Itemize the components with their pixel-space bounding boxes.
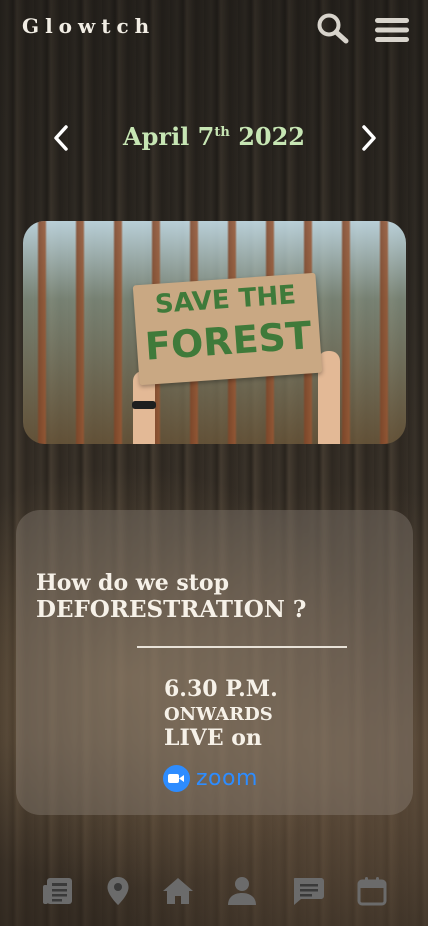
location-pin-icon — [107, 877, 129, 905]
date-month-day: April 7 — [123, 122, 215, 151]
zoom-link[interactable]: zoom — [163, 763, 258, 793]
sign-text-line2: FOREST — [143, 313, 314, 369]
event-onwards: ONWARDS — [164, 704, 273, 725]
event-live-on: LIVE on — [164, 725, 262, 751]
divider — [137, 646, 347, 648]
date-selector: April 7th 2022 — [0, 118, 428, 158]
home-icon — [163, 878, 193, 904]
bottom-navigation — [0, 860, 428, 926]
nav-profile[interactable] — [224, 874, 260, 908]
profile-icon — [228, 877, 256, 905]
nav-calendar[interactable] — [354, 874, 390, 908]
protest-sign: SAVE THE FOREST — [132, 272, 323, 386]
calendar-icon — [357, 877, 387, 906]
wristwatch — [132, 401, 156, 409]
news-icon — [43, 878, 72, 904]
search-button[interactable] — [316, 12, 350, 44]
next-date-button[interactable] — [356, 124, 380, 152]
search-icon — [317, 13, 349, 44]
event-question-line1: How do we stop — [36, 570, 229, 596]
nav-location[interactable] — [100, 874, 136, 908]
event-time: 6.30 P.M. — [164, 676, 278, 702]
date-year: 2022 — [238, 122, 305, 151]
menu-button[interactable] — [374, 16, 410, 44]
zoom-camera-icon — [163, 764, 190, 792]
nav-home[interactable] — [160, 874, 196, 908]
brand-logo: Glowtch — [22, 14, 156, 38]
date-suffix: th — [214, 125, 230, 140]
event-question-line2: DEFORESTRATION ? — [36, 596, 307, 623]
chat-icon — [293, 878, 324, 905]
event-hero-image: SAVE THE FOREST — [23, 221, 406, 444]
event-card[interactable]: How do we stop DEFORESTRATION ? 6.30 P.M… — [16, 510, 413, 815]
top-bar: Glowtch — [0, 0, 428, 60]
nav-news[interactable] — [40, 874, 76, 908]
nav-chat[interactable] — [290, 874, 326, 908]
zoom-wordmark: zoom — [196, 765, 258, 791]
hamburger-menu-icon — [375, 18, 409, 42]
chevron-right-icon — [362, 125, 376, 151]
